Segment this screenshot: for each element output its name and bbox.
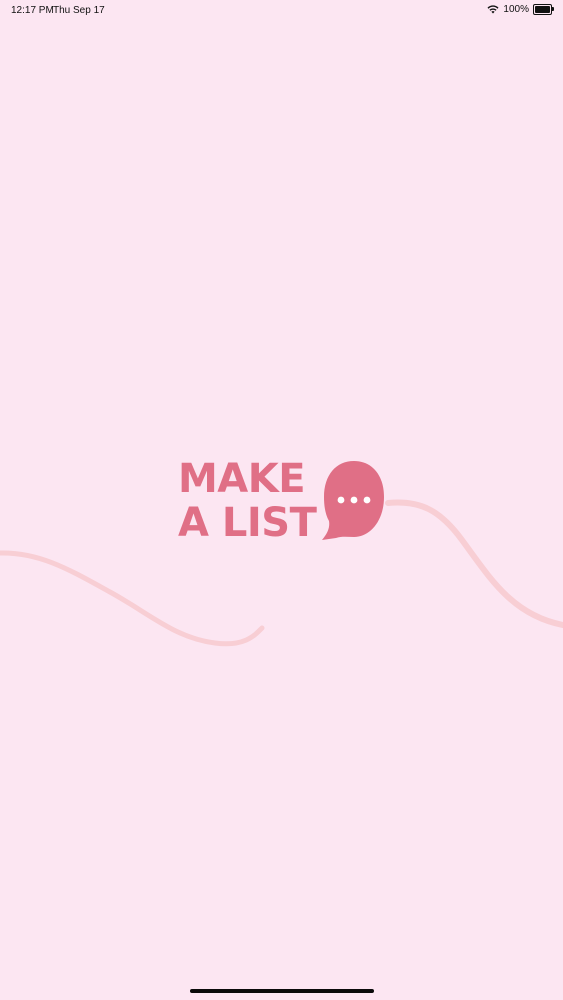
home-indicator[interactable] [190, 989, 374, 993]
splash-screen: 12:17 PM Thu Sep 17 100% MAKE A LIST [0, 0, 563, 1000]
wave-left [0, 550, 265, 647]
speech-bubble-icon [322, 461, 384, 540]
logo-wordmark: MAKE A LIST [178, 456, 317, 546]
wave-right [385, 499, 563, 628]
app-logo: MAKE A LIST [178, 457, 388, 545]
logo-line-1: MAKE [178, 456, 306, 502]
logo-line-2: A LIST [178, 500, 317, 546]
